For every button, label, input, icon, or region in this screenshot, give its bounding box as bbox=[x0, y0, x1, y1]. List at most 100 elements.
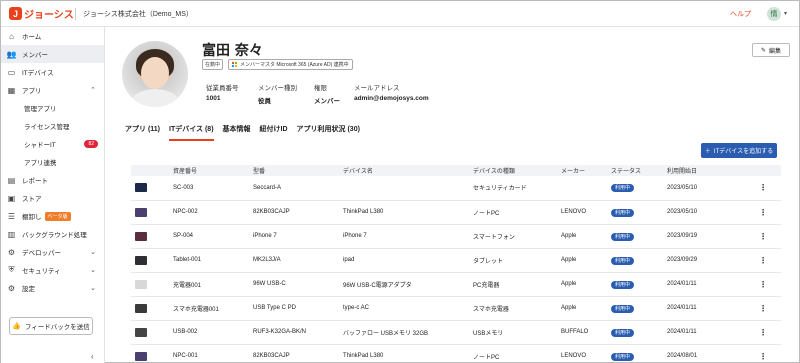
email-label: メールアドレス bbox=[354, 85, 400, 92]
feedback-button[interactable]: 👍 フィードバックを送信 bbox=[9, 317, 93, 335]
sidebar-item-label: ストア bbox=[22, 196, 42, 203]
thumbs-up-icon: 👍 bbox=[12, 323, 21, 330]
sidebar-item-store[interactable]: ▣ ストア bbox=[1, 189, 104, 207]
device-thumbnail-cell bbox=[131, 272, 169, 297]
more-options-icon[interactable]: ⋮ bbox=[741, 344, 781, 363]
table-row[interactable]: SP-004 iPhone 7 iPhone 7 スマートフォン Apple 利用中 202… bbox=[131, 224, 781, 249]
chevron-up-icon[interactable]: ⌃ bbox=[90, 86, 96, 94]
cell-model: 82KB03CAJP bbox=[249, 200, 339, 225]
more-options-icon[interactable]: ⋮ bbox=[741, 296, 781, 321]
cell-date: 2024/01/11 bbox=[663, 272, 741, 297]
cell-maker: Apple bbox=[557, 224, 607, 249]
sidebar-item-label: セキュリティ bbox=[22, 268, 61, 275]
chevron-down-icon[interactable]: ⌄ bbox=[90, 248, 96, 256]
cell-name: バッファロー USBメモリ 32GB bbox=[339, 320, 469, 345]
cell-asset: NPC-002 bbox=[169, 200, 249, 225]
sidebar-item-security[interactable]: ⛨ セキュリティ ⌄ bbox=[1, 261, 104, 279]
more-options-icon[interactable]: ⋮ bbox=[741, 272, 781, 297]
sidebar-subitem-label: アプリ連携 bbox=[24, 160, 57, 167]
column-header: デバイス名 bbox=[339, 165, 469, 176]
add-device-button[interactable]: ＋ ITデバイスを追加する bbox=[701, 143, 777, 158]
sidebar-item-background[interactable]: ▥ バックグラウンド処理 bbox=[1, 225, 104, 243]
chevron-down-icon[interactable]: ⌄ bbox=[90, 284, 96, 292]
permission-value: メンバー bbox=[314, 98, 340, 105]
sidebar-item-label: 棚卸し bbox=[22, 214, 42, 221]
cell-name bbox=[339, 176, 469, 201]
device-image bbox=[135, 183, 147, 193]
cell-asset: スマホ充電器001 bbox=[169, 296, 249, 321]
logo-text: ジョーシス bbox=[24, 10, 74, 21]
sidebar-item-label: メンバー bbox=[22, 52, 48, 59]
more-options-icon[interactable]: ⋮ bbox=[741, 176, 781, 201]
device-thumbnail-cell bbox=[131, 320, 169, 345]
table-row[interactable]: SC-003 Seccard-A セキュリティカード 利用中 2023/05/10 ⋮ bbox=[131, 176, 781, 201]
sidebar-subitem[interactable]: アプリ連携 bbox=[1, 153, 104, 171]
microsoft-icon bbox=[232, 62, 237, 67]
tab-3[interactable]: 紐付けID bbox=[260, 124, 288, 141]
sidebar-item-inventory[interactable]: ☰ 棚卸し ベータ版 bbox=[1, 207, 104, 225]
tab-bar: アプリ (11) ITデバイス (8) 基本情報 紐付けID アプリ利用状況 (30) bbox=[125, 124, 369, 141]
more-options-icon[interactable]: ⋮ bbox=[741, 200, 781, 225]
cell-date: 2024/08/01 bbox=[663, 344, 741, 363]
cell-maker: Apple bbox=[557, 248, 607, 273]
cell-maker: BUFFALO bbox=[557, 320, 607, 345]
device-image bbox=[135, 351, 147, 361]
cell-maker: LENOVO bbox=[557, 344, 607, 363]
sidebar-item-device[interactable]: ▭ ITデバイス bbox=[1, 63, 104, 81]
column-header: メーカー bbox=[557, 165, 607, 176]
user-avatar[interactable]: 情 bbox=[766, 6, 781, 21]
device-thumbnail-cell bbox=[131, 248, 169, 273]
status-badge: 利用中 bbox=[611, 256, 635, 265]
device-thumbnail-cell bbox=[131, 344, 169, 363]
chevron-down-icon[interactable]: ▾ bbox=[784, 10, 787, 17]
table-row[interactable]: 充電器001 96W USB-C 96W USB-C電源アダプタ PC充電器 Apple… bbox=[131, 272, 781, 297]
sidebar-item-label: ホーム bbox=[22, 34, 42, 41]
sidebar-subitem[interactable]: ライセンス管理 bbox=[1, 117, 104, 135]
column-header: 資産番号 bbox=[169, 165, 249, 176]
member-name: 富田 奈々 bbox=[202, 43, 263, 59]
cell-model: 96W USB-C bbox=[249, 272, 339, 297]
table-row[interactable]: Tablet-001 MK2L3J/A ipad タブレット Apple 利用中 2023/… bbox=[131, 248, 781, 273]
sidebar-item-report[interactable]: ▤ レポート bbox=[1, 171, 104, 189]
tab-1[interactable]: ITデバイス (8) bbox=[169, 124, 214, 141]
cell-date: 2023/05/10 bbox=[663, 176, 741, 201]
tab-2[interactable]: 基本情報 bbox=[223, 124, 251, 141]
table-row[interactable]: NPC-002 82KB03CAJP ThinkPad L380 ノートPC LENOV… bbox=[131, 200, 781, 225]
store-icon: ▣ bbox=[7, 193, 16, 203]
status-badge: 利用中 bbox=[611, 208, 635, 217]
tab-4[interactable]: アプリ利用状況 (30) bbox=[297, 124, 360, 141]
cell-name: type-c AC bbox=[339, 296, 469, 321]
sidebar-item-home[interactable]: ⌂ ホーム bbox=[1, 27, 104, 45]
help-link[interactable]: ヘルプ bbox=[730, 9, 751, 19]
more-options-icon[interactable]: ⋮ bbox=[741, 224, 781, 249]
cell-status: 利用中 bbox=[607, 344, 663, 363]
table-row[interactable]: スマホ充電器001 USB Type C PD type-c AC スマホ充電器 App… bbox=[131, 296, 781, 321]
cell-asset: 充電器001 bbox=[169, 272, 249, 297]
table-row[interactable]: NPC-001 82KB03CAJP ThinkPad L380 ノートPC LENOV… bbox=[131, 344, 781, 363]
device-thumbnail-cell bbox=[131, 200, 169, 225]
settings-icon: ⚙ bbox=[7, 283, 16, 293]
sidebar-subitem[interactable]: シャドーIT 82 bbox=[1, 135, 104, 153]
column-header bbox=[131, 165, 169, 176]
collapse-sidebar-icon[interactable]: ‹ bbox=[91, 352, 94, 361]
sidebar-item-developer[interactable]: ⚙ デベロッパー ⌄ bbox=[1, 243, 104, 261]
more-options-icon[interactable]: ⋮ bbox=[741, 320, 781, 345]
sidebar-subitem[interactable]: 管理アプリ bbox=[1, 99, 104, 117]
sidebar-item-apps[interactable]: ▦ アプリ ⌃ bbox=[1, 81, 104, 99]
sidebar-item-label: デベロッパー bbox=[22, 250, 61, 257]
cell-asset: USB-002 bbox=[169, 320, 249, 345]
tab-0[interactable]: アプリ (11) bbox=[125, 124, 160, 141]
sidebar-item-members[interactable]: 👥 メンバー bbox=[1, 45, 104, 63]
edit-button[interactable]: ✎ 編集 bbox=[752, 43, 790, 57]
integration-label: メンバーマスタ Microsoft 365 (Azure AD) 連携中 bbox=[240, 62, 349, 68]
more-options-icon[interactable]: ⋮ bbox=[741, 248, 781, 273]
logo[interactable]: J ジョーシス bbox=[1, 6, 75, 21]
sidebar-item-settings[interactable]: ⚙ 設定 ⌄ bbox=[1, 279, 104, 297]
integration-badge: メンバーマスタ Microsoft 365 (Azure AD) 連携中 bbox=[228, 59, 353, 70]
table-row[interactable]: USB-002 RUF3-K32GA-BK/N バッファロー USBメモリ 32GB… bbox=[131, 320, 781, 345]
company-name: ジョーシス株式会社（Demo_MS） bbox=[75, 7, 193, 20]
profile-photo bbox=[122, 41, 188, 107]
employee-number-value: 1001 bbox=[206, 95, 221, 102]
cell-model: 82KB03CAJP bbox=[249, 344, 339, 363]
chevron-down-icon[interactable]: ⌄ bbox=[90, 266, 96, 274]
